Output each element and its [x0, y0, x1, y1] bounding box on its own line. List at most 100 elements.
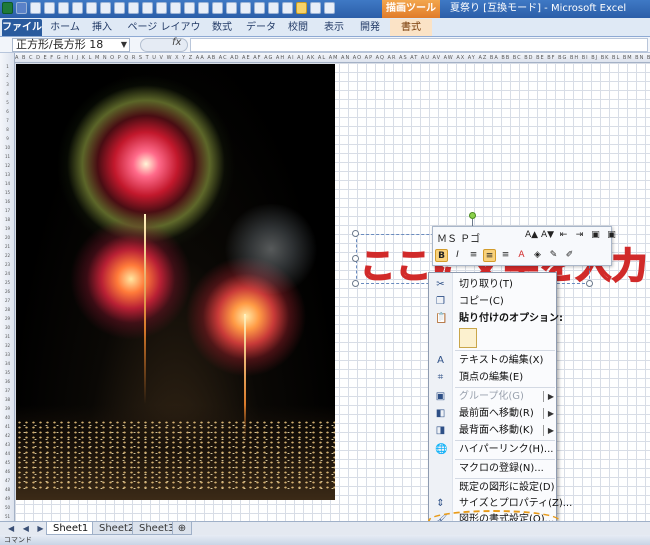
row-number[interactable]: 33	[1, 352, 14, 357]
menu-item-set-default-shape[interactable]: 既定の図形に設定(D)	[429, 479, 558, 496]
row-number[interactable]: 45	[1, 460, 14, 465]
row-number[interactable]: 20	[1, 235, 14, 240]
row-number[interactable]: 13	[1, 172, 14, 177]
row-number[interactable]: 18	[1, 217, 14, 222]
shrink-font-button[interactable]: A▼	[541, 229, 554, 242]
name-box[interactable]: 正方形/長方形 18 ▼	[12, 38, 130, 52]
decrease-indent-button[interactable]: ⇤	[557, 229, 570, 242]
row-number[interactable]: 43	[1, 442, 14, 447]
row-number[interactable]: 5	[1, 100, 14, 105]
menu-item-hyperlink[interactable]: 🌐 ハイパーリンク(H)...	[429, 441, 558, 458]
formula-input[interactable]	[190, 38, 648, 52]
row-number[interactable]: 17	[1, 208, 14, 213]
undo-icon[interactable]	[30, 2, 41, 14]
menu-item-cut[interactable]: ✂ 切り取り(T)	[429, 276, 558, 293]
grow-font-button[interactable]: A▲	[525, 229, 538, 242]
menu-item-copy[interactable]: ❐ コピー(C)	[429, 293, 558, 310]
row-number[interactable]: 37	[1, 388, 14, 393]
resize-handle[interactable]	[586, 280, 593, 287]
row-number[interactable]: 30	[1, 325, 14, 330]
row-number[interactable]: 14	[1, 181, 14, 186]
tab-format[interactable]: 書式	[390, 19, 432, 36]
row-number[interactable]: 22	[1, 253, 14, 258]
row-number[interactable]: 44	[1, 451, 14, 456]
align-left-button[interactable]: ≡	[467, 249, 480, 262]
merge-icon[interactable]	[198, 2, 209, 14]
camera-icon[interactable]	[212, 2, 223, 14]
submenu-arrow-icon[interactable]: ▶	[548, 422, 554, 439]
new-sheet-button[interactable]: ⊕	[172, 522, 192, 535]
row-number[interactable]: 29	[1, 316, 14, 321]
row-number[interactable]: 11	[1, 154, 14, 159]
row-number[interactable]: 42	[1, 433, 14, 438]
row-number[interactable]: 12	[1, 163, 14, 168]
format-painter-button[interactable]: ✐	[563, 249, 576, 262]
menu-item-bring-to-front[interactable]: ◧ 最前面へ移動(R) ▶	[429, 405, 558, 422]
print-preview-icon[interactable]	[58, 2, 69, 14]
name-box-dropdown-icon[interactable]: ▼	[121, 39, 127, 51]
bring-front-button[interactable]: ▣	[589, 229, 602, 242]
tab-review[interactable]: 校閲	[284, 19, 312, 36]
menu-item-send-to-back[interactable]: ◨ 最背面へ移動(K) ▶	[429, 422, 558, 439]
customize-icon[interactable]	[324, 2, 335, 14]
freeze-icon[interactable]	[240, 2, 251, 14]
row-number[interactable]: 6	[1, 109, 14, 114]
increase-indent-button[interactable]: ⇥	[573, 229, 586, 242]
row-number[interactable]: 50	[1, 505, 14, 510]
row-number[interactable]: 19	[1, 226, 14, 231]
resize-handle[interactable]	[352, 230, 359, 237]
row-number[interactable]: 1	[1, 64, 14, 69]
row-number[interactable]: 4	[1, 91, 14, 96]
row-number[interactable]: 21	[1, 244, 14, 249]
row-number[interactable]: 34	[1, 361, 14, 366]
zoom-icon[interactable]	[226, 2, 237, 14]
row-number[interactable]: 27	[1, 298, 14, 303]
macro-icon[interactable]	[254, 2, 265, 14]
row-number[interactable]: 7	[1, 118, 14, 123]
row-number[interactable]: 46	[1, 469, 14, 474]
tab-page-layout[interactable]: ページ レイアウト	[125, 19, 203, 50]
row-number[interactable]: 40	[1, 415, 14, 420]
align-right-button[interactable]: ≡	[499, 249, 512, 262]
row-number[interactable]: 25	[1, 280, 14, 285]
row-number[interactable]: 38	[1, 397, 14, 402]
redo-icon[interactable]	[44, 2, 55, 14]
tab-formulas[interactable]: 数式	[208, 19, 236, 36]
row-number[interactable]: 32	[1, 343, 14, 348]
font-name-dropdown[interactable]: ＭＳ Ｐゴ	[437, 230, 480, 245]
select-objects-icon[interactable]	[296, 2, 307, 14]
menu-item-edit-text[interactable]: A テキストの編集(X)	[429, 352, 558, 369]
font-color-button[interactable]: A	[515, 249, 528, 262]
sheet-tab-sheet1[interactable]: Sheet1	[46, 522, 96, 535]
paste-option-button[interactable]	[459, 328, 477, 348]
menu-item-assign-macro[interactable]: マクロの登録(N)...	[429, 460, 558, 477]
row-number[interactable]: 8	[1, 127, 14, 132]
borders-icon[interactable]	[184, 2, 195, 14]
row-number[interactable]: 15	[1, 190, 14, 195]
rotation-handle[interactable]	[469, 212, 476, 219]
page-break-icon[interactable]	[310, 2, 321, 14]
tab-insert[interactable]: 挿入	[88, 19, 116, 36]
new-icon[interactable]	[86, 2, 97, 14]
row-number[interactable]: 10	[1, 145, 14, 150]
send-back-button[interactable]: ▣	[605, 229, 618, 242]
submenu-arrow-icon[interactable]: ▶	[548, 405, 554, 422]
row-number[interactable]: 48	[1, 487, 14, 492]
tab-view[interactable]: 表示	[320, 19, 348, 36]
fireworks-photo[interactable]	[16, 64, 335, 500]
tab-home[interactable]: ホーム	[48, 19, 82, 36]
row-number[interactable]: 36	[1, 379, 14, 384]
save-icon[interactable]	[16, 2, 27, 14]
italic-button[interactable]: I	[451, 249, 464, 262]
tab-data[interactable]: データ	[244, 19, 278, 36]
row-number[interactable]: 2	[1, 73, 14, 78]
font-color-icon[interactable]	[170, 2, 181, 14]
row-number[interactable]: 3	[1, 82, 14, 87]
insert-function-icon[interactable]: fx	[172, 37, 181, 48]
open-icon[interactable]	[72, 2, 83, 14]
row-number[interactable]: 39	[1, 406, 14, 411]
spelling-icon[interactable]	[100, 2, 111, 14]
tab-developer[interactable]: 開発	[356, 19, 384, 36]
resize-handle[interactable]	[352, 280, 359, 287]
row-number[interactable]: 35	[1, 370, 14, 375]
